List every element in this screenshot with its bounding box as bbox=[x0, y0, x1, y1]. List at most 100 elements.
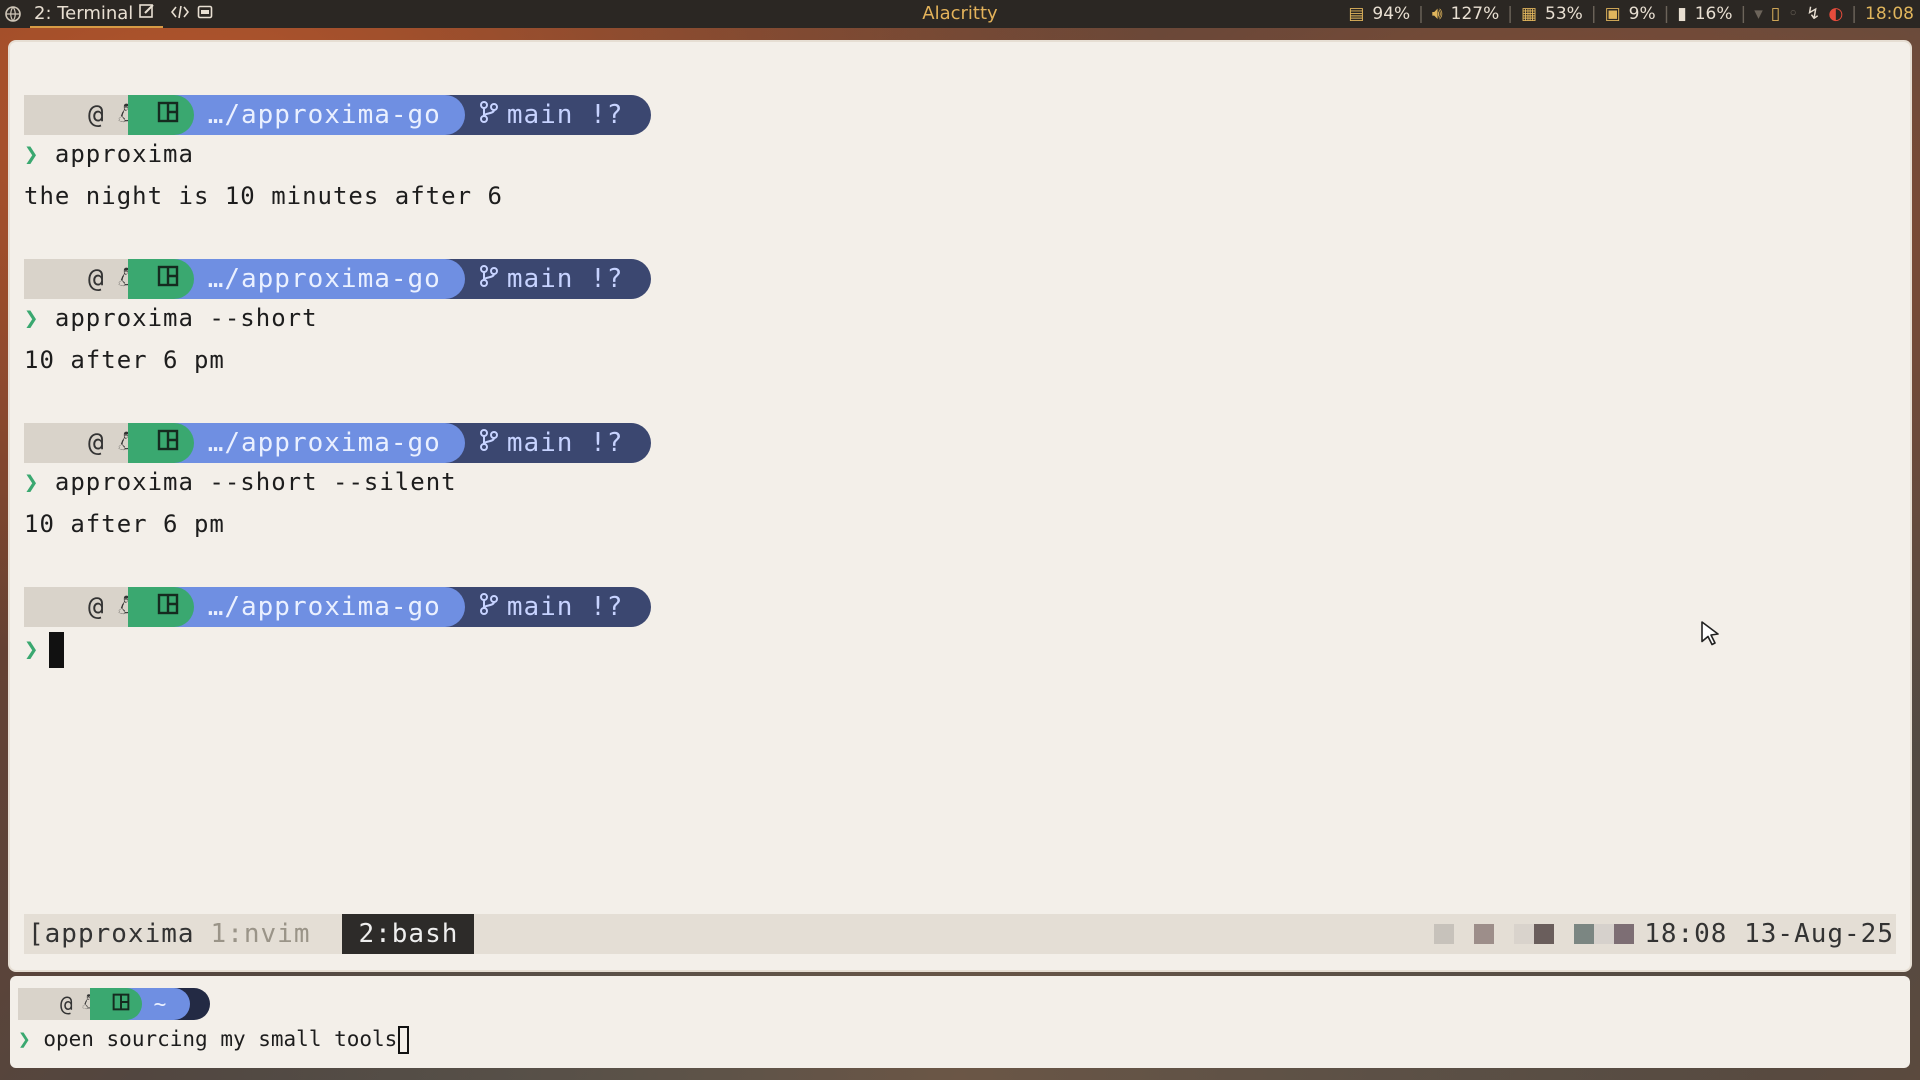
prompt-version-segment: v1.23.1 bbox=[631, 587, 844, 627]
prompt-line: @ 🐧︎ …/approxima-go main !? v1.23.1 18: bbox=[24, 423, 1006, 463]
terminal-cursor[interactable] bbox=[398, 1026, 410, 1054]
prompt-window-segment bbox=[127, 423, 194, 463]
prompt-git-segment: main !? bbox=[444, 95, 652, 135]
tmux-status-bar: [approxima 1:nvim 2:bash 18:08 13-Aug-25 bbox=[24, 914, 1896, 954]
tmux-session-name[interactable]: [approxima bbox=[24, 919, 195, 949]
lock-icon[interactable]: ▯ bbox=[1771, 4, 1780, 24]
gopher-icon bbox=[667, 264, 685, 295]
cpu-value: 9% bbox=[1628, 4, 1656, 24]
output-line: 10 after 6 pm bbox=[24, 510, 225, 538]
layout-icon bbox=[157, 264, 179, 294]
workspace-tab-terminal[interactable]: 2: Terminal bbox=[30, 0, 164, 28]
prompt-line: @ 🐧︎ …/approxima-go main !? v1.23.1 18: bbox=[24, 259, 1006, 299]
tmux-window-bash[interactable]: 2:bash bbox=[342, 914, 475, 954]
command-text: approxima --short --silent bbox=[54, 468, 457, 496]
swatch bbox=[1434, 924, 1454, 944]
code-icon[interactable] bbox=[171, 4, 190, 25]
gopher-icon bbox=[667, 100, 685, 131]
prompt-time-segment: 18:08 bbox=[824, 587, 1006, 627]
volume-value: 127% bbox=[1450, 4, 1500, 24]
battery-value: 16% bbox=[1694, 4, 1733, 24]
command-line: ❯ approxima --short --silent bbox=[24, 468, 457, 496]
version-label: v1.23.1 bbox=[697, 264, 814, 294]
prompt-time: 18:08 bbox=[892, 592, 976, 622]
prompt-window-segment bbox=[127, 587, 194, 627]
tmux-window-nvim[interactable]: 1:nvim bbox=[211, 919, 311, 949]
window-icon[interactable] bbox=[197, 4, 213, 25]
prompt-time-segment: 14:57 bbox=[194, 988, 340, 1020]
prompt-version-segment: v1.23.1 bbox=[631, 95, 844, 135]
top-bar: 2: Terminal Alacritty ▤ 94% | 🔊︎ 127% | ▦ 53%… bbox=[0, 0, 1920, 28]
prompt-time-segment: 18:08 bbox=[824, 259, 1006, 299]
prompt-time: 18:08 bbox=[892, 264, 976, 294]
version-label: v1.23.1 bbox=[697, 428, 814, 458]
prompt-line: @ 🐧︎ …/approxima-go main !? v1.23.1 18: bbox=[24, 587, 1006, 627]
wifi-icon[interactable]: ▾ bbox=[1754, 4, 1763, 24]
swatch bbox=[1534, 924, 1554, 944]
swatch bbox=[1514, 924, 1534, 944]
clock-icon bbox=[860, 99, 886, 132]
color-swatches bbox=[1434, 914, 1634, 954]
prompt-git-segment: main !? bbox=[444, 423, 652, 463]
prompt-line: @ 🐧︎ …/approxima-go main !? v1.23.1 18: bbox=[24, 95, 1006, 135]
tmux-clock: 18:08 13-Aug-25 bbox=[1644, 919, 1894, 949]
lower-input-text[interactable]: open sourcing my small tools bbox=[43, 1027, 397, 1051]
git-branch-icon bbox=[479, 100, 499, 131]
memory-icon: ▤ bbox=[1348, 4, 1365, 24]
clock-icon bbox=[224, 992, 244, 1017]
ram-icon: ▦ bbox=[1520, 4, 1538, 24]
swatch bbox=[1454, 924, 1474, 944]
memory-value: 94% bbox=[1372, 4, 1411, 24]
git-branch-label: main !? bbox=[506, 592, 624, 622]
swatch bbox=[1574, 924, 1594, 944]
version-label: v1.23.1 bbox=[697, 592, 814, 622]
ram-value: 53% bbox=[1545, 4, 1583, 24]
layout-icon bbox=[157, 428, 179, 458]
lower-input-line[interactable]: ❯ open sourcing my small tools bbox=[18, 1026, 410, 1054]
swatch bbox=[1494, 924, 1514, 944]
layout-icon bbox=[157, 100, 179, 130]
output-line: the night is 10 minutes after 6 bbox=[24, 182, 503, 210]
bluetooth-icon[interactable]: ◦ bbox=[1788, 4, 1798, 24]
battery-icon: ▮ bbox=[1677, 4, 1687, 24]
terminal-window[interactable]: @ 🐧︎ …/approxima-go main !? v1.23.1 18: bbox=[10, 42, 1910, 970]
lower-terminal-window[interactable]: @ 🐧︎ ~ 14:57 ❯ open sourcing my small to… bbox=[10, 976, 1910, 1068]
power-icon[interactable]: ◐ bbox=[1828, 4, 1843, 24]
prompt-window-segment bbox=[89, 988, 142, 1020]
volume-icon[interactable]: 🔊︎ bbox=[1432, 4, 1443, 24]
prompt-caret-icon: ❯ bbox=[24, 635, 40, 663]
prompt-os-segment: @ 🐧︎ bbox=[24, 95, 144, 135]
workspace-label: 2: Terminal bbox=[34, 2, 134, 24]
grid-icon[interactable] bbox=[4, 5, 22, 23]
git-branch-label: main !? bbox=[506, 100, 624, 130]
prompt-path: …/approxima-go bbox=[173, 423, 465, 463]
edit-icon bbox=[139, 3, 155, 24]
prompt-os-segment: @ 🐧︎ bbox=[24, 423, 144, 463]
debian-icon: @ bbox=[88, 428, 105, 458]
git-branch-icon bbox=[479, 264, 499, 295]
prompt-path: …/approxima-go bbox=[173, 259, 465, 299]
command-line: ❯ approxima --short bbox=[24, 304, 318, 332]
swatch bbox=[1594, 924, 1614, 944]
git-branch-label: main !? bbox=[506, 264, 624, 294]
clock-icon bbox=[860, 591, 886, 624]
prompt-os-segment: @ 🐧︎ bbox=[24, 259, 144, 299]
active-command-line[interactable]: ❯ bbox=[24, 632, 65, 668]
prompt-path: …/approxima-go bbox=[173, 587, 465, 627]
layout-icon bbox=[112, 992, 130, 1016]
workspace-area: 2: Terminal bbox=[0, 0, 213, 28]
prompt-path: …/approxima-go bbox=[173, 95, 465, 135]
debian-icon: @ bbox=[88, 264, 105, 294]
git-branch-icon bbox=[479, 592, 499, 623]
cpu-icon: ▣ bbox=[1604, 4, 1621, 24]
system-tray: ▤ 94% | 🔊︎ 127% | ▦ 53% | ▣ 9% | ▮ 16% | ▾ ▯ ◦ ↯ ◐… bbox=[1348, 4, 1914, 24]
mouse-pointer-icon bbox=[1700, 620, 1722, 650]
prompt-caret-icon: ❯ bbox=[18, 1027, 31, 1051]
terminal-cursor[interactable] bbox=[49, 632, 65, 668]
prompt-window-segment bbox=[127, 95, 194, 135]
version-label: v1.23.1 bbox=[697, 100, 814, 130]
swatch bbox=[1614, 924, 1634, 944]
prompt-version-segment: v1.23.1 bbox=[631, 423, 844, 463]
network-icon[interactable]: ↯ bbox=[1806, 4, 1820, 24]
command-text: approxima bbox=[54, 140, 194, 168]
